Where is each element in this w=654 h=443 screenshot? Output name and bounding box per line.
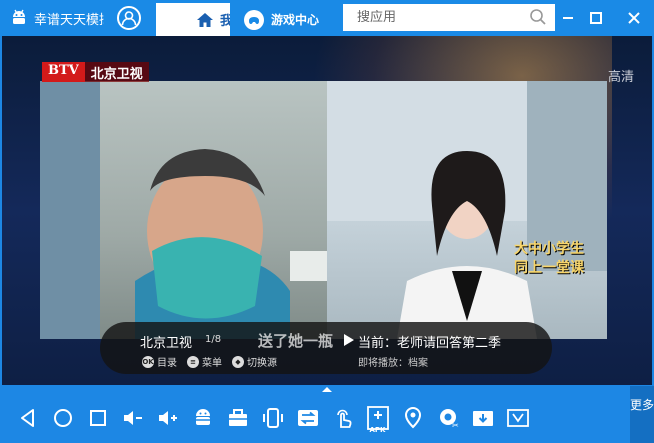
shake-button[interactable]: [255, 398, 290, 438]
switch-icon: [297, 410, 318, 426]
tab-game-center-label: 游戏中心: [271, 13, 320, 27]
switch-source-label: 切换源: [247, 358, 277, 369]
play-icon: [344, 334, 354, 346]
host-figure-image: [327, 81, 607, 339]
switch-source-action[interactable]: ◆ 切换源: [232, 354, 277, 369]
screenshot-icon: ✂: [439, 409, 459, 430]
video-panel-guest: [40, 81, 327, 339]
overlay-channel-index: 1/8: [205, 334, 222, 345]
tab-game-center[interactable]: 游戏中心: [231, 3, 343, 36]
tab-my-games[interactable]: 我的游戏: [156, 3, 230, 36]
volume-down-icon: [123, 411, 142, 425]
close-button[interactable]: [623, 7, 645, 29]
app-brand: 幸谱天天模拟器: [10, 0, 104, 36]
scissors-button[interactable]: [500, 398, 535, 438]
up-next-text: 即将播放：档案: [358, 358, 428, 369]
banner-line-2: 同上一堂课: [514, 260, 584, 276]
svg-text:✂: ✂: [452, 421, 459, 430]
user-avatar-button[interactable]: [117, 6, 141, 30]
guest-figure-image: [40, 81, 327, 339]
back-button[interactable]: [10, 398, 45, 438]
maximize-icon: [590, 12, 602, 24]
volume-down-button[interactable]: [115, 398, 150, 438]
volume-up-icon: [158, 411, 177, 425]
download-icon: [472, 411, 493, 426]
channel-name-text: 北京卫视: [84, 62, 149, 82]
title-bar: 幸谱天天模拟器 我的游戏 游戏中心: [0, 0, 654, 36]
btv-logo-text: BTV: [42, 62, 85, 82]
download-button[interactable]: [465, 398, 500, 438]
user-icon: [121, 11, 137, 26]
toolbox-button[interactable]: [220, 398, 255, 438]
search-box: [343, 4, 555, 31]
direction-key-icon: ◆: [232, 355, 244, 368]
close-icon: [628, 12, 640, 24]
android-button[interactable]: [185, 398, 220, 438]
touch-button[interactable]: [325, 398, 360, 438]
now-playing-text: 当前：老师请回答第二季: [358, 336, 502, 351]
more-button[interactable]: 更多: [630, 386, 654, 443]
search-input[interactable]: [357, 10, 527, 25]
player-info-overlay: 北京卫视 1/8 OK 目录 ≡ 菜单 ◆ 切换源 当前：老师请回答第二季 即将…: [100, 322, 552, 374]
shake-icon: [262, 408, 283, 428]
home-icon: [197, 13, 213, 27]
location-icon: [404, 406, 421, 429]
minimize-button[interactable]: [557, 7, 579, 29]
recent-apps-icon: [89, 410, 106, 426]
menu-key-icon: ≡: [187, 355, 199, 368]
catalog-label: 目录: [157, 358, 177, 369]
switch-button[interactable]: [290, 398, 325, 438]
overlay-channel-name: 北京卫视: [140, 336, 193, 351]
game-controller-icon: [244, 10, 264, 30]
touch-icon: [336, 409, 351, 428]
emulator-window: 幸谱天天模拟器 我的游戏 游戏中心: [0, 0, 654, 443]
quality-tag: 高清: [607, 70, 634, 85]
maximize-button[interactable]: [585, 7, 607, 29]
program-banner: 大中小学生 同上一堂课: [514, 240, 584, 278]
back-icon: [20, 409, 34, 427]
channel-logo: BTV 北京卫视: [42, 62, 149, 82]
volume-up-button[interactable]: [150, 398, 185, 438]
apk-label: APK: [369, 426, 386, 434]
tab-my-games-label: 我的游戏: [220, 14, 230, 29]
recent-apps-button[interactable]: [80, 398, 115, 438]
toolbar-expand-icon[interactable]: [310, 385, 344, 393]
overlay-actions: OK 目录 ≡ 菜单 ◆ 切换源: [142, 354, 277, 369]
home-circle-icon: [53, 409, 72, 427]
video-panel-host: [327, 81, 607, 339]
menu-action[interactable]: ≡ 菜单: [187, 354, 222, 369]
home-button[interactable]: [45, 398, 80, 438]
apk-install-button[interactable]: APK: [360, 398, 395, 438]
screenshot-button[interactable]: ✂: [430, 398, 465, 438]
minimize-icon: [563, 17, 573, 19]
toolbox-icon: [228, 409, 247, 426]
android-icon: [193, 409, 212, 425]
location-button[interactable]: [395, 398, 430, 438]
app-title: 幸谱天天模拟器: [34, 12, 104, 28]
emulator-toolbar: APK ✂: [0, 393, 654, 443]
catalog-action[interactable]: OK 目录: [142, 354, 177, 369]
search-icon[interactable]: [529, 8, 547, 26]
ok-key-icon: OK: [142, 355, 154, 368]
scissors-icon: [506, 409, 529, 427]
android-logo-icon: [13, 9, 25, 24]
banner-line-1: 大中小学生: [514, 241, 584, 257]
menu-label: 菜单: [202, 358, 222, 369]
